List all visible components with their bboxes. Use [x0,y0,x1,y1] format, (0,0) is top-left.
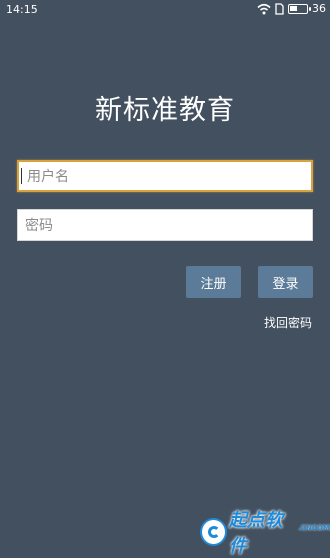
register-button[interactable]: 注册 [186,266,241,298]
username-input[interactable]: 用户名 [17,160,313,192]
forgot-password-link[interactable]: 找回密码 [264,314,312,331]
password-input[interactable]: 密码 [17,209,313,241]
status-time: 14:15 [6,3,38,16]
wifi-icon [257,3,271,14]
app-title: 新标准教育 [95,95,235,126]
username-placeholder: 用户名 [27,169,69,185]
status-icons: 36 [257,2,326,15]
password-placeholder: 密码 [25,218,53,234]
login-button[interactable]: 登录 [258,266,313,298]
sim-icon [275,2,284,15]
watermark-text: 起点软件 [228,510,283,557]
battery-icon [288,3,311,14]
watermark-domain: .CNCOM [298,524,330,532]
watermark-logo: 起点软件 .CNCOM [200,510,330,557]
status-bar: 14:15 36 [0,0,330,20]
watermark-circle-icon [200,518,227,546]
battery-level: 36 [312,2,326,15]
